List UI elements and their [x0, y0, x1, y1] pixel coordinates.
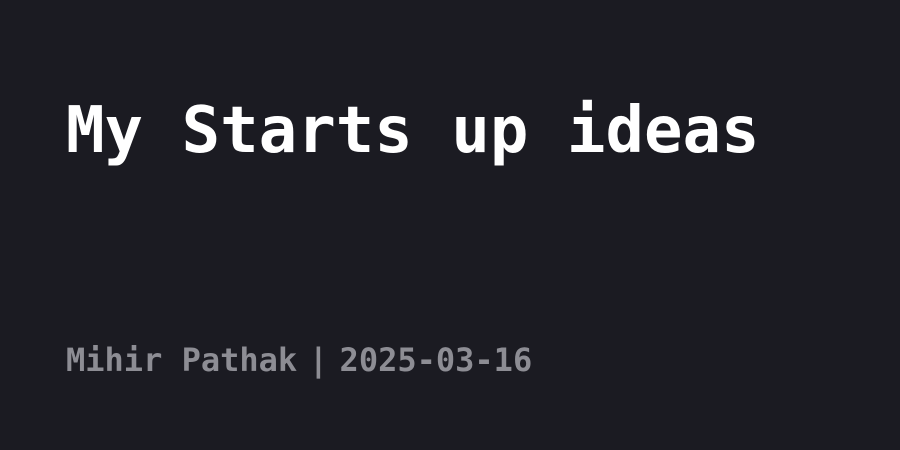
author-name: Mihir Pathak — [66, 341, 298, 379]
byline-separator: | — [308, 341, 328, 379]
post-date: 2025-03-16 — [339, 341, 533, 379]
post-byline: Mihir Pathak | 2025-03-16 — [66, 340, 532, 380]
post-title: My Starts up ideas — [66, 94, 760, 168]
og-card: My Starts up ideas Mihir Pathak | 2025-03-… — [0, 0, 900, 450]
